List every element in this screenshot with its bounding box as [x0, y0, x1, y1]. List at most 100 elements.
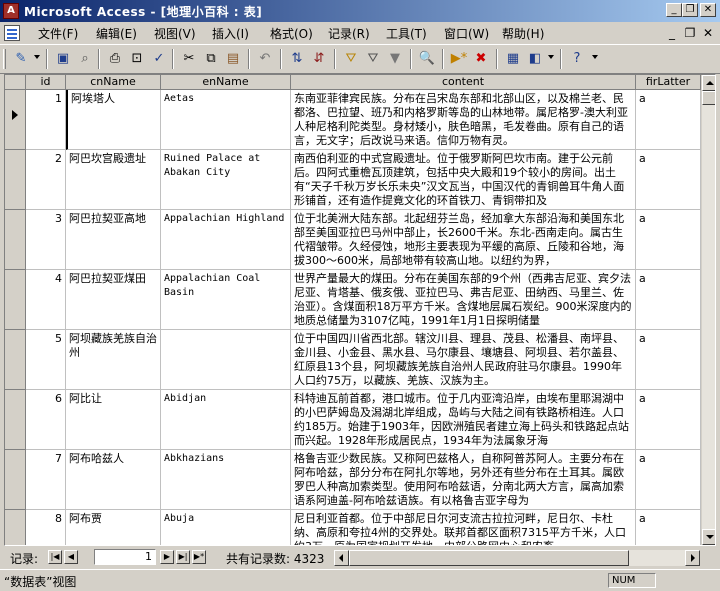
- cell-id[interactable]: 6: [26, 390, 66, 450]
- new-record-icon[interactable]: ▶*: [450, 50, 468, 68]
- scroll-down-icon[interactable]: [702, 529, 715, 545]
- mdi-minimize-icon[interactable]: _: [664, 25, 680, 41]
- mdi-restore-icon[interactable]: ❐: [682, 25, 698, 41]
- record-selector[interactable]: [5, 450, 26, 510]
- database-window-icon[interactable]: ▦: [504, 50, 522, 68]
- cell-cnname[interactable]: 阿比让: [66, 390, 161, 450]
- toolbar-options-icon[interactable]: [592, 55, 598, 59]
- view-dropdown-icon[interactable]: [34, 55, 40, 59]
- record-selector[interactable]: [5, 150, 26, 210]
- table-row[interactable]: 8 阿布贾 Abuja 尼日利亚首都。位于中部尼日尔河支流古拉拉河畔，尼日尔、卡…: [5, 510, 715, 545]
- table-row[interactable]: 2 阿巴坎宫殿遗址 Ruined Palace at Abakan City 南…: [5, 150, 715, 210]
- cell-content[interactable]: 尼日利亚首都。位于中部尼日尔河支流古拉拉河畔，尼日尔、卡杜纳、高原和夸拉4州的交…: [291, 510, 636, 545]
- cell-firlatter[interactable]: a: [636, 90, 701, 150]
- print-icon[interactable]: ⎙: [106, 50, 124, 68]
- table-row[interactable]: 5 阿坝藏族羌族自治州 位于中国四川省西北部。辖汶川县、理县、茂县、松潘县、南坪…: [5, 330, 715, 390]
- first-record-icon[interactable]: |◀: [48, 550, 62, 564]
- menu-records[interactable]: 记录(R): [328, 25, 370, 42]
- cell-id[interactable]: 8: [26, 510, 66, 545]
- column-header-firlatter[interactable]: firLatter: [636, 75, 701, 90]
- access-key-icon[interactable]: A: [3, 3, 19, 19]
- record-selector[interactable]: [5, 390, 26, 450]
- cell-cnname[interactable]: 阿巴拉契亚高地: [66, 210, 161, 270]
- cell-enname[interactable]: [161, 330, 291, 390]
- cell-firlatter[interactable]: a: [636, 150, 701, 210]
- horizontal-scrollbar[interactable]: [334, 550, 700, 566]
- table-row[interactable]: 3 阿巴拉契亚高地 Appalachian Highland 位于北美洲大陆东部…: [5, 210, 715, 270]
- record-selector[interactable]: [5, 90, 26, 150]
- cell-firlatter[interactable]: a: [636, 210, 701, 270]
- cell-firlatter[interactable]: a: [636, 390, 701, 450]
- cell-cnname[interactable]: 阿巴拉契亚煤田: [66, 270, 161, 330]
- spelling-icon[interactable]: ✓: [150, 50, 168, 68]
- cell-enname[interactable]: Abidjan: [161, 390, 291, 450]
- menu-view[interactable]: 视图(V): [154, 25, 196, 42]
- cell-id[interactable]: 5: [26, 330, 66, 390]
- cell-firlatter[interactable]: a: [636, 510, 701, 545]
- cell-id[interactable]: 2: [26, 150, 66, 210]
- scroll-left-icon[interactable]: [334, 550, 349, 566]
- menu-format[interactable]: 格式(O): [270, 25, 313, 42]
- sort-asc-icon[interactable]: ⇅: [288, 50, 306, 68]
- cell-content[interactable]: 位于中国四川省西北部。辖汶川县、理县、茂县、松潘县、南坪县、金川县、小金县、黑水…: [291, 330, 636, 390]
- copy-icon[interactable]: ⧉: [202, 50, 220, 68]
- menu-insert[interactable]: 插入(I): [212, 25, 249, 42]
- scroll-thumb[interactable]: [702, 91, 715, 105]
- next-record-icon[interactable]: ▶: [160, 550, 174, 564]
- select-all-corner[interactable]: [5, 75, 26, 90]
- record-selector[interactable]: [5, 270, 26, 330]
- column-header-enname[interactable]: enName: [161, 75, 291, 90]
- cell-enname[interactable]: Ruined Palace at Abakan City: [161, 150, 291, 210]
- close-icon[interactable]: ✕: [700, 3, 716, 17]
- print-preview-icon[interactable]: ⊡: [128, 50, 146, 68]
- save-icon[interactable]: ▣: [54, 50, 72, 68]
- menu-edit[interactable]: 编辑(E): [96, 25, 137, 42]
- cell-firlatter[interactable]: a: [636, 450, 701, 510]
- prev-record-icon[interactable]: ◀: [64, 550, 78, 564]
- restore-icon[interactable]: ❐: [682, 3, 698, 17]
- cell-id[interactable]: 7: [26, 450, 66, 510]
- column-header-id[interactable]: id: [26, 75, 66, 90]
- cell-cnname[interactable]: 阿坝藏族羌族自治州: [66, 330, 161, 390]
- current-record-input[interactable]: 1: [94, 549, 156, 565]
- search-db-icon[interactable]: ⌕: [76, 50, 94, 68]
- new-record-nav-icon[interactable]: ▶*: [192, 550, 206, 564]
- new-object-icon[interactable]: ◧: [526, 50, 544, 68]
- cell-cnname[interactable]: 阿布贾: [66, 510, 161, 545]
- cell-enname[interactable]: Abuja: [161, 510, 291, 545]
- apply-filter-icon[interactable]: ▼: [386, 50, 404, 68]
- cell-enname[interactable]: Appalachian Coal Basin: [161, 270, 291, 330]
- cut-icon[interactable]: ✂: [180, 50, 198, 68]
- horizontal-scroll-thumb[interactable]: [349, 550, 629, 566]
- menu-help[interactable]: 帮助(H): [502, 25, 544, 42]
- record-selector[interactable]: [5, 210, 26, 270]
- help-icon[interactable]: ?: [568, 50, 586, 68]
- table-row[interactable]: 4 阿巴拉契亚煤田 Appalachian Coal Basin 世界产量最大的…: [5, 270, 715, 330]
- table-row[interactable]: 1 阿埃塔人 Aetas 东南亚菲律宾民族。分布在吕宋岛东部和北部山区，以及棉兰…: [5, 90, 715, 150]
- mdi-close-icon[interactable]: ✕: [700, 25, 716, 41]
- cell-cnname[interactable]: 阿埃塔人: [66, 90, 161, 150]
- new-object-dropdown-icon[interactable]: [548, 55, 554, 59]
- record-selector[interactable]: [5, 330, 26, 390]
- cell-cnname[interactable]: 阿布哈兹人: [66, 450, 161, 510]
- view-icon[interactable]: ✎: [12, 50, 30, 68]
- menu-tools[interactable]: 工具(T): [386, 25, 427, 42]
- column-header-cnname[interactable]: cnName: [66, 75, 161, 90]
- cell-id[interactable]: 1: [26, 90, 66, 150]
- cell-id[interactable]: 3: [26, 210, 66, 270]
- menu-file[interactable]: 文件(F): [38, 25, 78, 42]
- cell-enname[interactable]: Appalachian Highland: [161, 210, 291, 270]
- vertical-scrollbar[interactable]: [701, 75, 715, 545]
- menu-window[interactable]: 窗口(W): [444, 25, 489, 42]
- find-icon[interactable]: 🔍: [418, 50, 436, 68]
- scroll-right-icon[interactable]: [685, 550, 700, 566]
- cell-id[interactable]: 4: [26, 270, 66, 330]
- cell-cnname[interactable]: 阿巴坎宫殿遗址: [66, 150, 161, 210]
- filter-selection-icon[interactable]: ⛛: [342, 50, 360, 68]
- sort-desc-icon[interactable]: ⇵: [310, 50, 328, 68]
- table-row[interactable]: 7 阿布哈兹人 Abkhazians 格鲁吉亚少数民族。又称阿巴兹格人，自称阿普…: [5, 450, 715, 510]
- cell-content[interactable]: 世界产量最大的煤田。分布在美国东部的9个州（西弗吉尼亚、宾夕法尼亚、肯塔基、俄亥…: [291, 270, 636, 330]
- cell-content[interactable]: 南西伯利亚的中式宫殿遗址。位于俄罗斯阿巴坎市南。建于公元前后。四阿式重檐瓦顶建筑…: [291, 150, 636, 210]
- cell-content[interactable]: 位于北美洲大陆东部。北起纽芬兰岛，经加拿大东部沿海和美国东北部至美国亚拉巴马州中…: [291, 210, 636, 270]
- filter-form-icon[interactable]: ⛛: [364, 50, 382, 68]
